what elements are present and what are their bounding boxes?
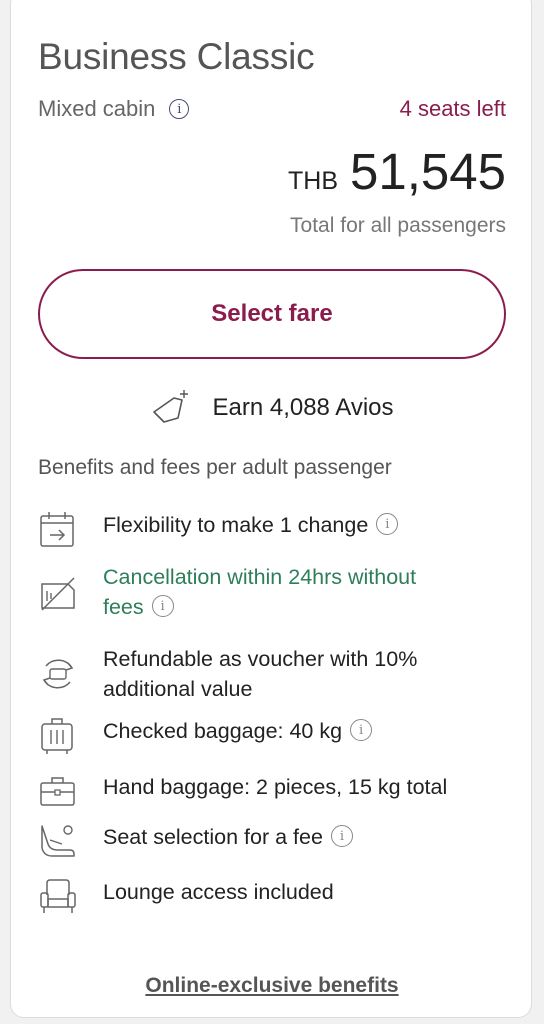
online-exclusive-link[interactable]: Online-exclusive benefits [0,974,544,998]
calendar-change-icon [38,510,78,550]
benefit-label: Flexibility to make 1 change [103,513,369,537]
seat-selection-icon [38,822,78,862]
avios-label: Earn 4,088 Avios [212,394,394,421]
benefit-label: Seat selection for a fee [103,825,323,849]
benefit-item-hand-baggage: Hand baggage: 2 pieces, 15 kg total [38,772,508,812]
benefit-item-seat-selection: Seat selection for a fee i [38,822,508,862]
benefit-text: Flexibility to make 1 change i [103,510,399,540]
lounge-icon [38,877,78,917]
benefit-label: Hand baggage: 2 pieces, 15 kg total [103,775,448,799]
benefit-item-lounge: Lounge access included [38,877,508,917]
benefit-text: Checked baggage: 40 kg i [103,716,373,746]
fare-title: Business Classic [38,36,315,77]
info-icon[interactable]: i [169,99,190,119]
avios-tag-icon [150,388,194,428]
benefit-label: Checked baggage: 40 kg [103,719,343,743]
price-amount: 51,545 [350,143,506,200]
select-fare-button[interactable]: Select fare [38,269,506,359]
avios-earn-row: Earn 4,088 Avios [0,388,544,428]
benefit-label-line2: fees [103,595,144,619]
benefit-item-checked-baggage: Checked baggage: 40 kg i [38,716,508,756]
benefit-text: Refundable as voucher with 10% additiona… [103,644,417,704]
benefit-item-change: Flexibility to make 1 change i [38,510,508,550]
benefit-label-line1: Cancellation within 24hrs without [103,565,417,589]
info-icon[interactable]: i [330,825,353,848]
benefit-text: Lounge access included [103,877,334,907]
cabin-row: Mixed cabin i [38,96,190,122]
benefit-text: Seat selection for a fee i [103,822,353,852]
info-icon[interactable]: i [151,595,174,618]
price-note: Total for all passengers [290,214,506,237]
benefit-item-refund: Refundable as voucher with 10% additiona… [38,644,508,704]
hand-baggage-icon [38,772,78,812]
cabin-label: Mixed cabin [38,96,156,121]
fare-price: THB 51,545 [288,142,506,201]
benefit-label-line2: additional value [103,677,253,701]
benefit-label-line1: Refundable as voucher with 10% [103,647,418,671]
checked-baggage-icon [38,716,78,756]
refund-voucher-icon [38,654,78,694]
info-icon[interactable]: i [376,513,399,536]
price-currency: THB [288,167,338,195]
benefits-heading: Benefits and fees per adult passenger [38,456,392,479]
seats-left-badge: 4 seats left [399,96,506,121]
benefit-text: Hand baggage: 2 pieces, 15 kg total [103,772,447,802]
benefit-text: Cancellation within 24hrs without fees i [103,562,416,622]
info-icon[interactable]: i [350,719,373,742]
benefit-item-cancellation: Cancellation within 24hrs without fees i [38,562,508,622]
cancellation-icon [38,574,78,614]
benefit-label: Lounge access included [103,880,334,904]
